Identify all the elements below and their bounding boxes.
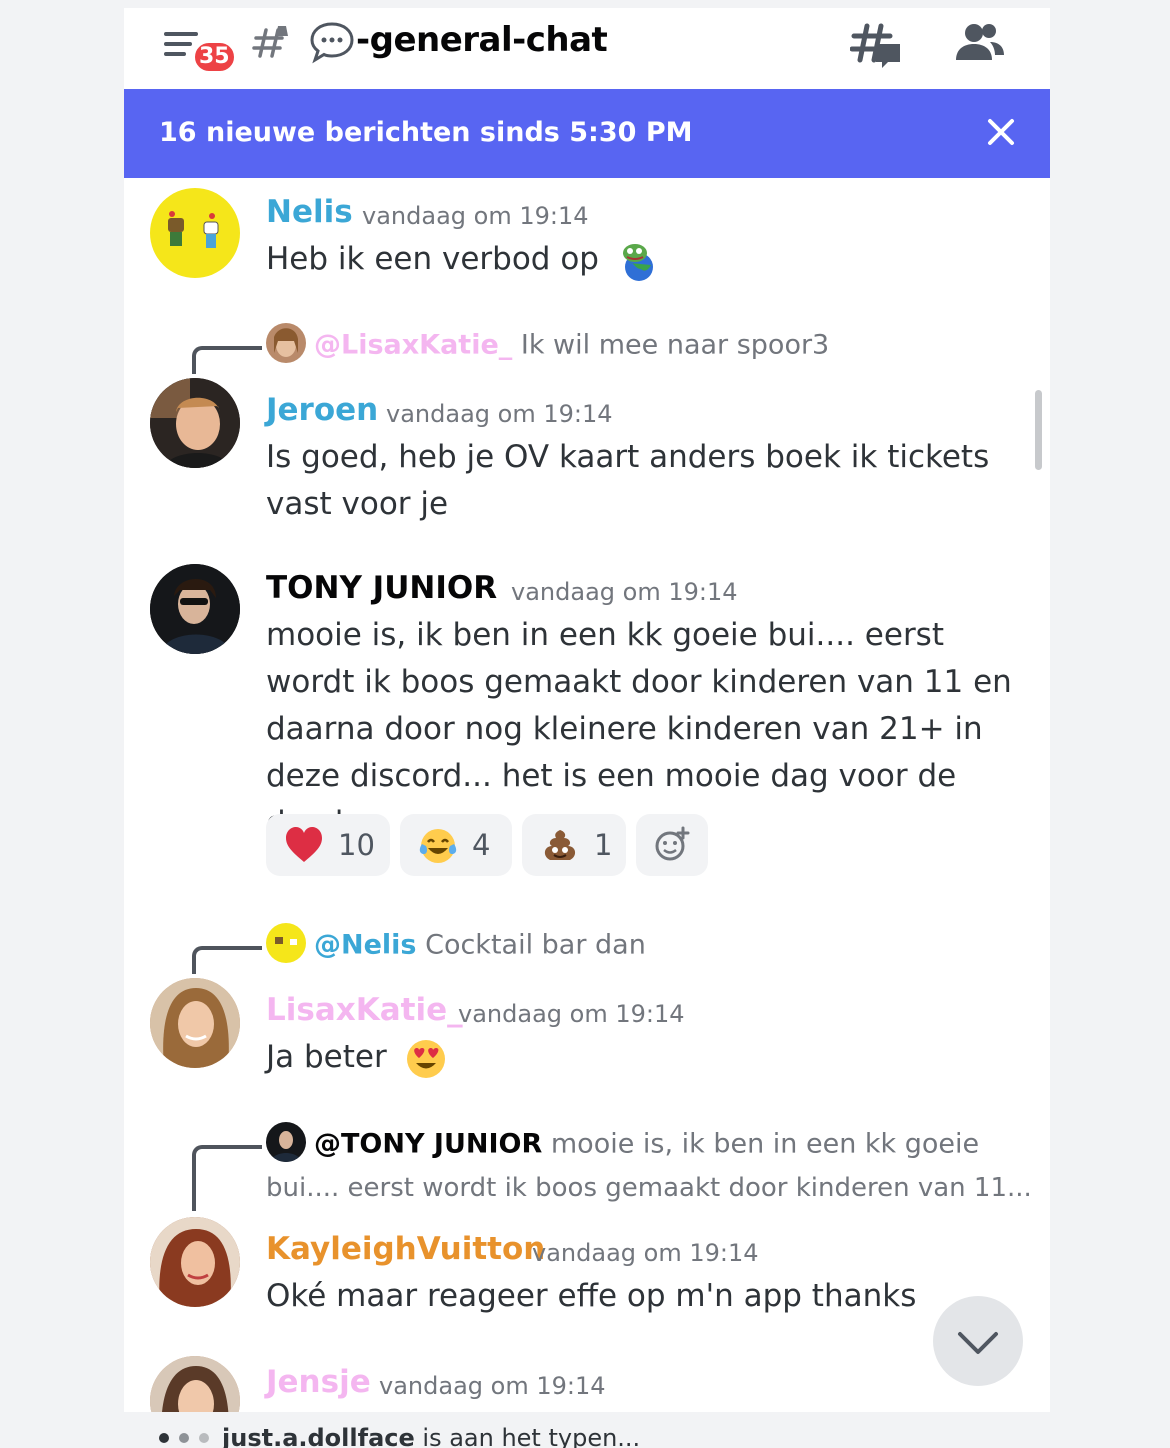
author-name[interactable]: TONY JUNIOR — [266, 570, 497, 606]
close-icon[interactable] — [986, 117, 1016, 147]
reaction-pile-of-poo[interactable]: 1 — [522, 814, 626, 876]
reply-text: Ik wil mee naar spoor3 — [520, 329, 830, 361]
members-icon[interactable] — [954, 22, 1006, 62]
message-tony-junior: TONY JUNIOR vandaag om 19:14 mooie is, i… — [124, 564, 1050, 884]
message-lisaxkatie: @Nelis Cocktail bar dan LisaxKatie_ vand… — [124, 923, 1050, 1078]
reply-avatar — [266, 1122, 306, 1162]
reaction-heart[interactable]: 10 — [266, 814, 390, 876]
message-text: Heb ik een verbod op — [266, 236, 1031, 283]
message-nelis: Nelis vandaag om 19:14 Heb ik een verbod… — [124, 188, 1050, 298]
reply-text: Cocktail bar dan — [425, 929, 646, 961]
pepe-globe-emoji-icon — [622, 243, 653, 281]
jump-to-present-button[interactable] — [933, 1296, 1023, 1386]
reply-spine — [192, 946, 262, 974]
threads-icon[interactable] — [850, 20, 904, 70]
message-jensje: Jensje vandaag om 19:14 — [124, 1354, 1050, 1446]
reply-spine — [192, 346, 262, 374]
author-name[interactable]: Jeroen — [266, 392, 378, 428]
new-messages-text: 16 nieuwe berichten sinds 5:30 PM — [159, 117, 693, 148]
reaction-count: 4 — [472, 828, 491, 862]
avatar[interactable] — [150, 1217, 240, 1307]
timestamp: vandaag om 19:14 — [379, 1372, 606, 1400]
message-kayleighvuitton: @TONY JUNIOR mooie is, ik ben in een kk … — [124, 1122, 1050, 1315]
chevron-down-icon — [958, 1332, 998, 1354]
message-content: Oké maar reageer effe op m'n app thanks — [266, 1278, 917, 1314]
timestamp: vandaag om 19:14 — [458, 1000, 685, 1028]
timestamp: vandaag om 19:14 — [362, 202, 589, 230]
typing-text: just.a.dollface is aan het typen... — [222, 1424, 640, 1448]
avatar[interactable] — [150, 978, 240, 1068]
author-name[interactable]: KayleighVuitton — [266, 1231, 545, 1267]
message-text: Ja beter — [266, 1034, 1031, 1081]
reply-avatar — [266, 323, 306, 363]
reply-spine — [192, 1145, 262, 1211]
timestamp: vandaag om 19:14 — [532, 1239, 759, 1267]
reply-text: mooie is, ik ben in een kk goeie — [550, 1128, 980, 1160]
discord-app: 35 -general-chat 16 nieuwe berichten sin… — [124, 8, 1050, 1448]
typing-dots-icon — [159, 1433, 209, 1443]
heart-eyes-emoji-icon — [406, 1039, 445, 1078]
avatar-photo-icon — [150, 978, 240, 1068]
avatar-robots-icon — [168, 211, 219, 248]
speech-bubble-icon — [310, 22, 354, 64]
author-name[interactable]: LisaxKatie_ — [266, 992, 463, 1028]
reply-preview[interactable]: @LisaxKatie_ Ik wil mee naar spoor3 — [266, 323, 1026, 366]
avatar[interactable] — [150, 378, 240, 468]
reply-author[interactable]: @TONY JUNIOR — [314, 1129, 542, 1160]
reply-preview[interactable]: @TONY JUNIOR mooie is, ik ben in een kk … — [266, 1122, 1026, 1165]
scrollbar-thumb[interactable] — [1035, 390, 1042, 470]
avatar-photo-icon — [150, 378, 240, 468]
reply-author[interactable]: @Nelis — [314, 930, 417, 961]
typing-suffix: is aan het typen... — [414, 1424, 641, 1448]
avatar-photo-icon — [150, 564, 240, 654]
reaction-count: 1 — [594, 828, 613, 862]
red-heart-icon — [286, 827, 322, 862]
new-messages-bar[interactable]: 16 nieuwe berichten sinds 5:30 PM — [124, 89, 1050, 178]
message-content: Heb ik een verbod op — [266, 241, 599, 277]
message-content: mooie is, ik ben in een kk goeie bui....… — [266, 617, 1012, 841]
reply-preview[interactable]: @Nelis Cocktail bar dan — [266, 923, 1026, 966]
announcement-hash-icon — [252, 26, 288, 58]
pile-of-poo-icon — [544, 830, 576, 860]
author-name[interactable]: Nelis — [266, 194, 353, 230]
reply-author[interactable]: @LisaxKatie_ — [314, 330, 512, 361]
menu-button[interactable]: 35 — [164, 26, 237, 74]
reaction-count: 10 — [338, 828, 375, 862]
message-content: Ja beter — [266, 1039, 387, 1075]
typing-indicator: just.a.dollface is aan het typen... — [124, 1412, 1050, 1448]
message-jeroen: @LisaxKatie_ Ik wil mee naar spoor3 Jero… — [124, 323, 1050, 526]
timestamp: vandaag om 19:14 — [386, 400, 613, 428]
typing-user: just.a.dollface — [222, 1424, 415, 1448]
author-name[interactable]: Jensje — [266, 1364, 371, 1400]
avatar[interactable] — [150, 564, 240, 654]
reaction-tears-of-joy[interactable]: 4 — [400, 814, 512, 876]
unread-badge: 35 — [192, 40, 237, 74]
add-reaction-icon — [655, 826, 690, 861]
channel-header: 35 -general-chat — [124, 8, 1050, 88]
reply-text-continued: bui.... eerst wordt ik boos gemaakt door… — [266, 1173, 1032, 1203]
tears-of-joy-icon — [419, 829, 457, 863]
avatar[interactable] — [150, 188, 240, 278]
timestamp: vandaag om 19:14 — [511, 578, 738, 606]
add-reaction-button[interactable] — [636, 814, 708, 876]
message-content: Is goed, heb je OV kaart anders boek ik … — [266, 439, 990, 522]
reply-avatar — [266, 923, 306, 963]
channel-name: -general-chat — [356, 20, 608, 60]
avatar-photo-icon — [150, 1217, 240, 1307]
